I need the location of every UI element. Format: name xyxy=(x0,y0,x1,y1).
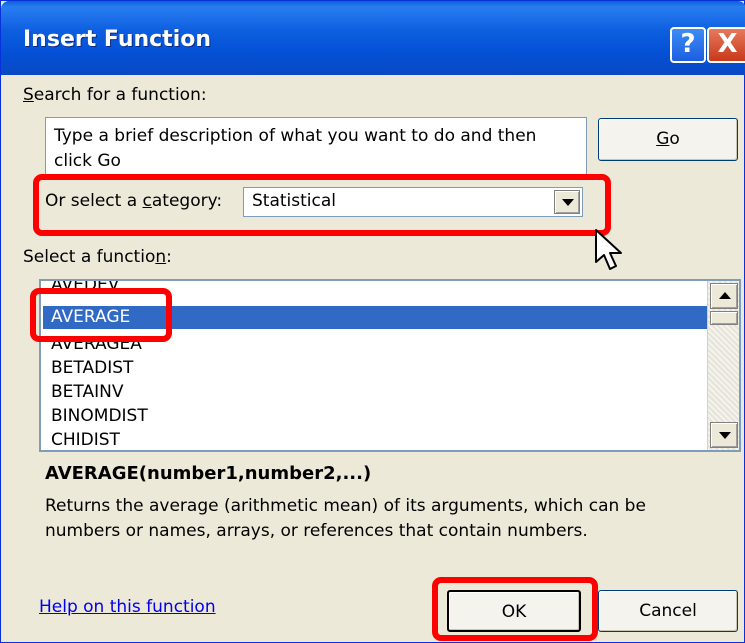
function-list-label-rest: : xyxy=(166,247,172,267)
help-on-function-link[interactable]: Help on this function xyxy=(39,597,216,617)
function-signature: AVERAGE(number1,number2,...) xyxy=(45,463,372,484)
list-scrollbar[interactable] xyxy=(707,281,739,450)
search-label: Search for a function: xyxy=(23,85,207,105)
scroll-down-arrow-icon[interactable] xyxy=(710,422,738,448)
function-description: Returns the average (arithmetic mean) of… xyxy=(45,496,646,541)
list-item[interactable]: BINOMDIST xyxy=(43,405,709,428)
go-button-rest: o xyxy=(669,129,680,149)
list-item[interactable]: BETAINV xyxy=(43,381,709,404)
search-input[interactable]: Type a brief description of what you wan… xyxy=(45,117,587,179)
ok-highlight-box xyxy=(432,577,598,641)
list-item[interactable]: BETADIST xyxy=(43,357,709,380)
search-label-accel: S xyxy=(23,85,34,105)
go-button[interactable]: Go xyxy=(598,118,738,161)
title-bar[interactable]: Insert Function ? X xyxy=(1,1,745,75)
mouse-pointer-icon xyxy=(595,229,622,270)
list-item[interactable]: CHIDIST xyxy=(43,429,709,450)
function-list-label: Select a function: xyxy=(23,247,172,267)
scroll-thumb[interactable] xyxy=(710,311,738,325)
scroll-up-arrow-icon[interactable] xyxy=(710,283,738,309)
category-highlight-box xyxy=(33,174,611,236)
go-button-accel: G xyxy=(656,129,670,149)
window-title: Insert Function xyxy=(23,27,212,52)
function-list-label-accel: n xyxy=(155,247,167,267)
average-highlight-box xyxy=(30,288,172,342)
close-button[interactable]: X xyxy=(707,27,745,63)
cancel-button[interactable]: Cancel xyxy=(598,590,738,632)
search-label-rest: earch for a function: xyxy=(33,85,207,105)
help-button[interactable]: ? xyxy=(670,27,706,63)
function-list-label-prefix: Select a functio xyxy=(23,247,156,267)
